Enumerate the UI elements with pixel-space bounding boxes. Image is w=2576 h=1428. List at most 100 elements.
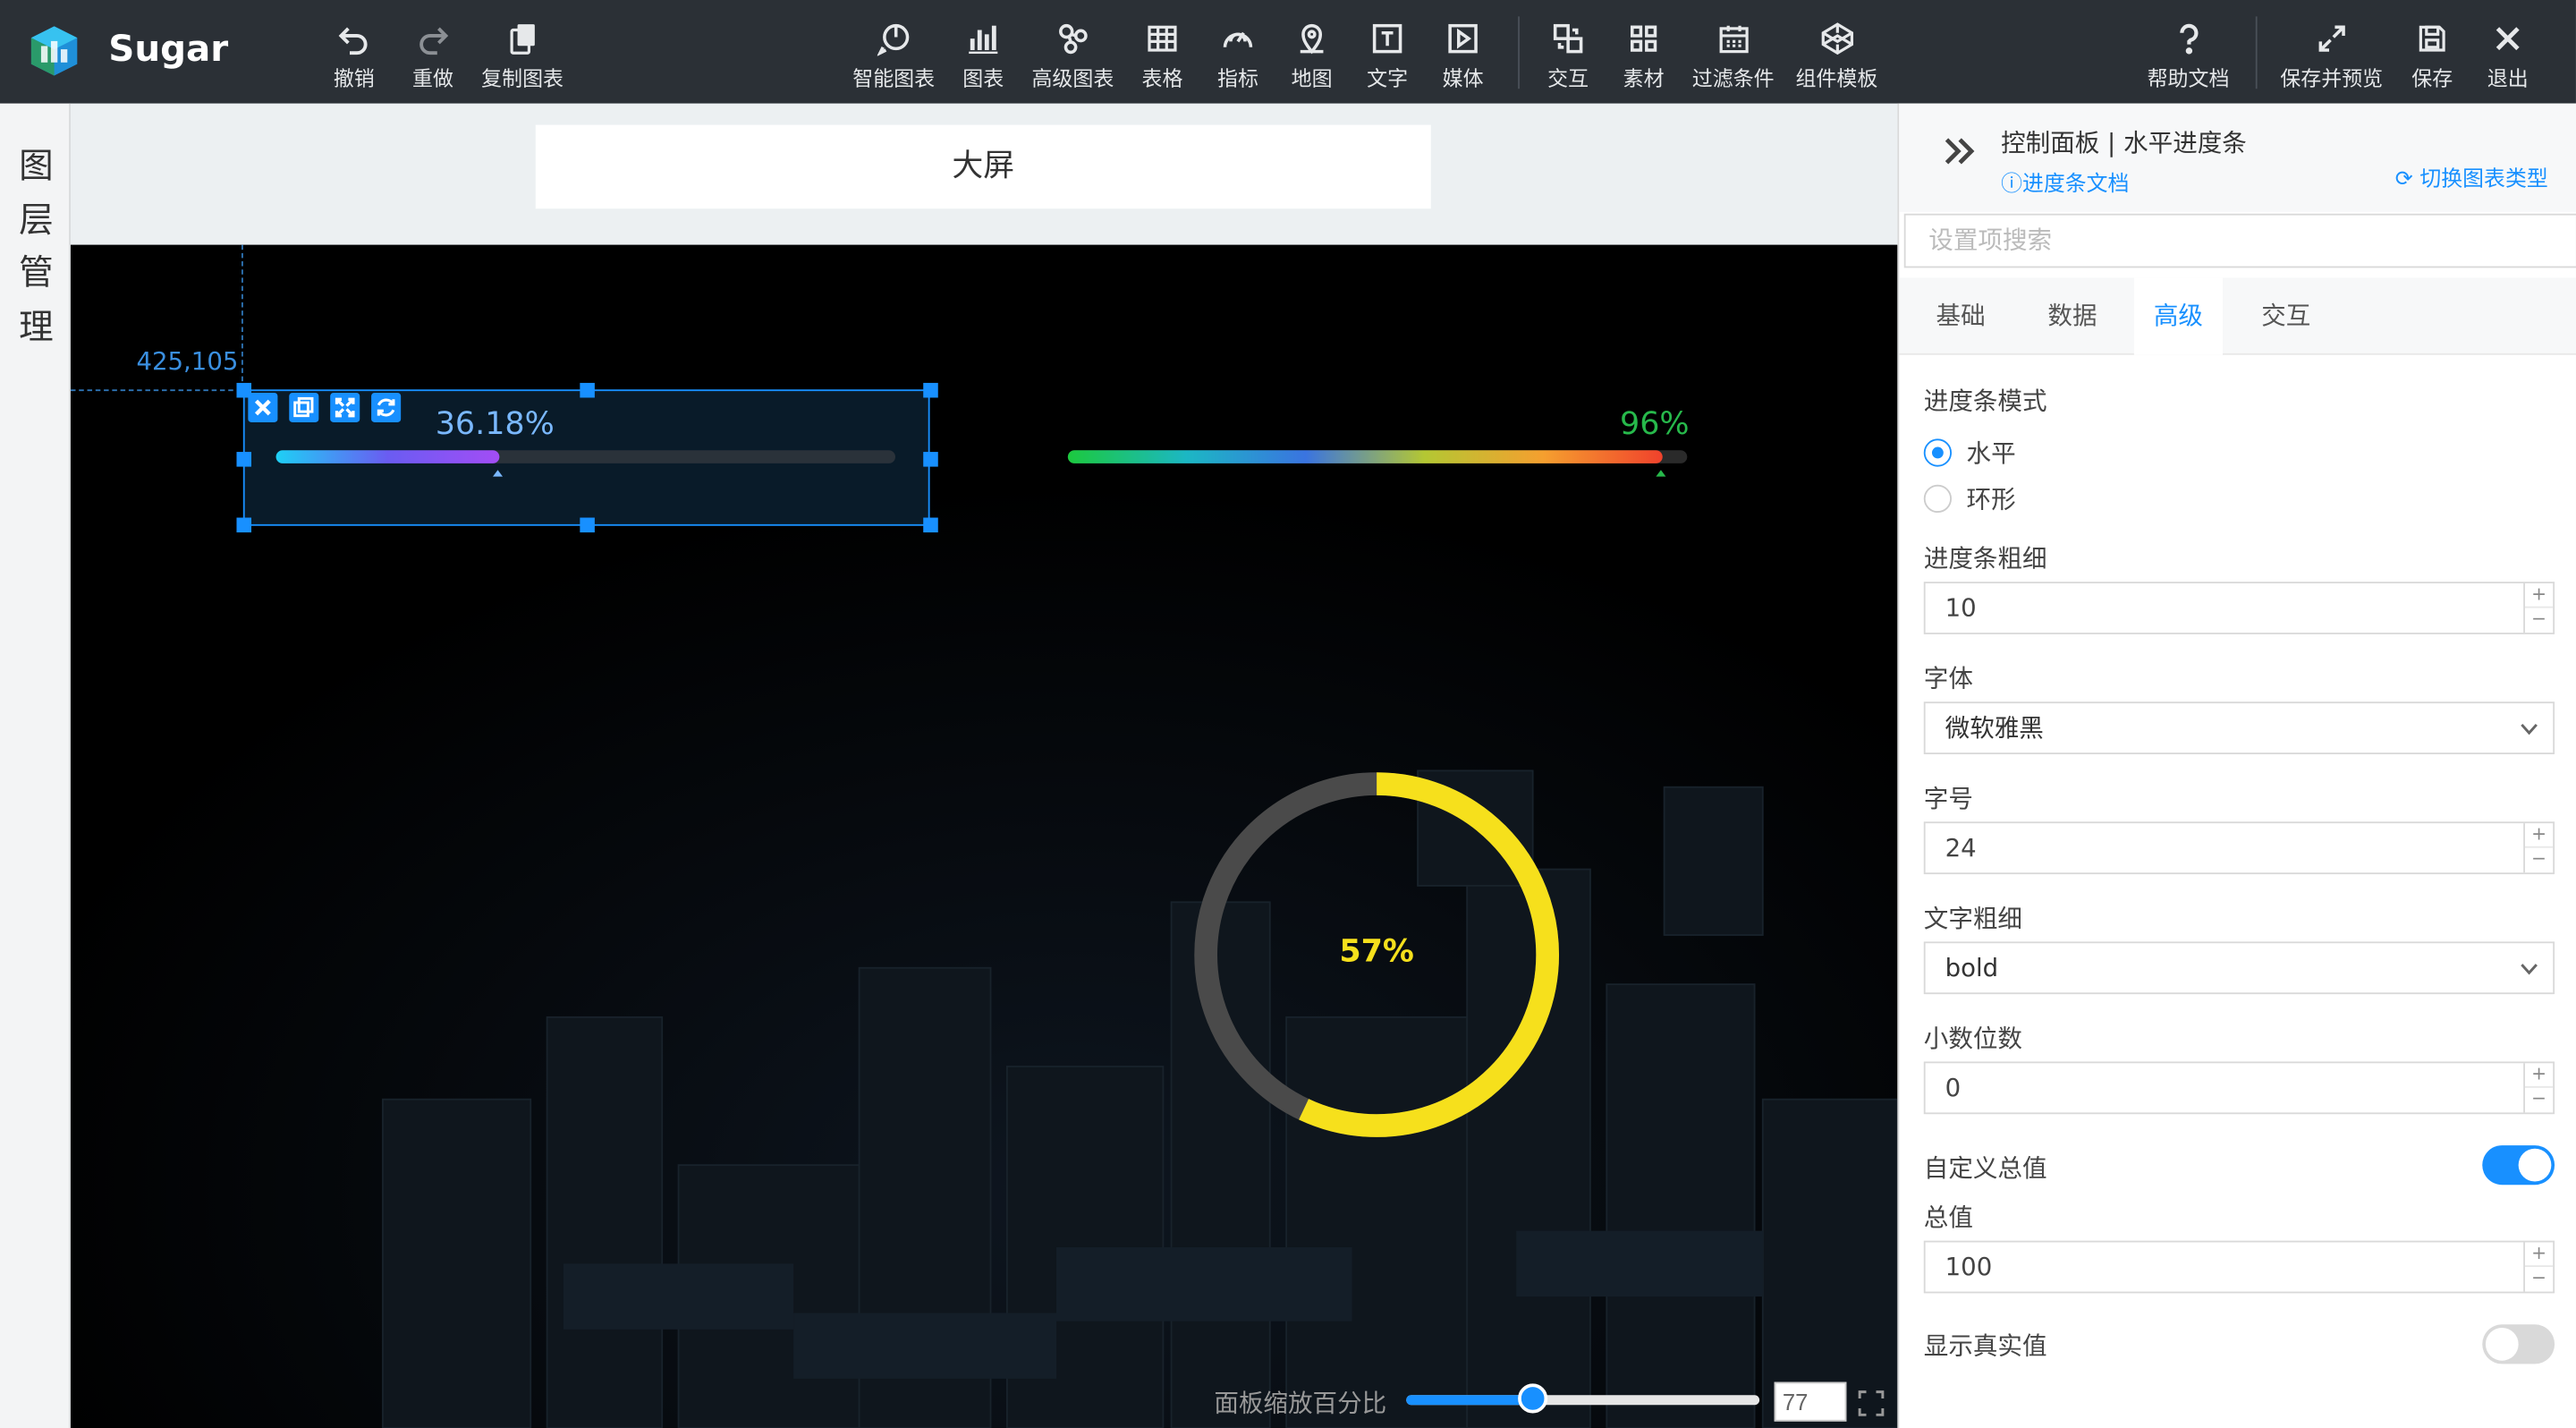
position-readout: 425,105 — [136, 346, 239, 377]
save-preview-button[interactable]: 保存并预览 — [2280, 16, 2383, 91]
font-value: 微软雅黑 — [1945, 713, 2044, 744]
font-size-input[interactable]: 24 + − — [1923, 821, 2555, 875]
resize-handle[interactable] — [236, 517, 252, 533]
text-icon — [1370, 16, 1405, 59]
refresh-icon: ⟳ — [2394, 167, 2413, 192]
custom-total-toggle[interactable] — [2482, 1145, 2555, 1186]
font-label: 字体 — [1923, 663, 1973, 694]
zoom-label: 面板缩放百分比 — [1214, 1388, 1387, 1418]
filter-button[interactable]: 过滤条件 — [1692, 16, 1775, 91]
resize-handle[interactable] — [580, 382, 595, 398]
mode-ring-radio[interactable] — [1923, 484, 1952, 514]
resize-handle[interactable] — [923, 517, 938, 533]
screen-title[interactable]: 大屏 — [535, 124, 1431, 209]
map-button[interactable]: 地图 — [1292, 16, 1333, 91]
thickness-input[interactable]: 10 + − — [1923, 582, 2555, 634]
decimals-input[interactable]: 0 + − — [1923, 1061, 2555, 1115]
text-button[interactable]: 文字 — [1367, 16, 1408, 91]
resize-handle[interactable] — [923, 452, 938, 467]
decrement-button[interactable]: − — [2525, 848, 2553, 873]
font-size-stepper: + − — [2523, 823, 2554, 873]
media-button[interactable]: 媒体 — [1443, 16, 1484, 91]
interaction-button[interactable]: 交互 — [1547, 16, 1589, 91]
increment-button[interactable]: + — [2525, 1063, 2554, 1088]
ring-progress-value: 57% — [1339, 933, 1414, 970]
font-select[interactable]: 微软雅黑 — [1923, 701, 2555, 754]
duplicate-widget-button[interactable] — [289, 392, 319, 423]
resize-handle[interactable] — [236, 452, 252, 467]
tab-advanced[interactable]: 高级 — [2133, 277, 2224, 355]
interaction-label: 交互 — [1547, 65, 1589, 91]
decrement-button[interactable]: − — [2525, 1267, 2553, 1292]
resize-handle[interactable] — [923, 382, 938, 398]
redo-button[interactable]: 重做 — [412, 16, 453, 91]
zoom-percent-input[interactable]: 77 — [1774, 1381, 1847, 1422]
font-weight-select[interactable]: bold — [1923, 941, 2555, 995]
zoom-slider-track[interactable] — [1406, 1395, 1760, 1406]
exit-button[interactable]: 退出 — [2487, 16, 2529, 91]
stage[interactable]: 425,105 36.18% 96% 57% 面板缩放百分比 77 — [70, 244, 1898, 1428]
undo-label: 撤销 — [333, 65, 375, 91]
progress-bar-1-value: 36.18% — [435, 405, 555, 443]
control-panel: 控制面板 | 水平进度条 ⓘ进度条文档 ⟳ 切换图表类型 设置项搜索 基础 数据… — [1897, 103, 2576, 1428]
layer-management-tab[interactable]: 图层管理 — [0, 103, 71, 1428]
toggle-knob — [2518, 1148, 2552, 1182]
fit-widget-button[interactable] — [330, 392, 360, 423]
total-input[interactable]: 100 + − — [1923, 1240, 2555, 1294]
save-label: 保存 — [2411, 65, 2453, 91]
help-label: 帮助文档 — [2147, 65, 2230, 91]
redo-icon — [416, 16, 451, 59]
decrement-button[interactable]: − — [2525, 608, 2553, 633]
smart-chart-icon — [876, 16, 911, 59]
map-pin-icon — [1294, 16, 1329, 59]
tab-basic[interactable]: 基础 — [1899, 277, 2022, 354]
delete-widget-button[interactable] — [248, 392, 278, 423]
decrement-button[interactable]: − — [2525, 1088, 2553, 1113]
refresh-widget-button[interactable] — [371, 392, 402, 423]
chevron-down-icon — [2521, 723, 2538, 735]
tab-interaction[interactable]: 交互 — [2236, 277, 2336, 354]
progress-bar-1-marker — [493, 470, 504, 477]
interaction-icon — [1551, 16, 1586, 59]
tab-data[interactable]: 数据 — [2022, 277, 2123, 354]
smart-chart-button[interactable]: 智能图表 — [852, 16, 935, 91]
increment-button[interactable]: + — [2525, 823, 2554, 848]
save-icon — [2415, 16, 2450, 59]
component-template-button[interactable]: 组件模板 — [1796, 16, 1877, 91]
switch-chart-type-link[interactable]: ⟳ 切换图表类型 — [2395, 161, 2548, 192]
advanced-chart-button[interactable]: 高级图表 — [1031, 16, 1114, 91]
increment-button[interactable]: + — [2525, 583, 2554, 608]
copy-label: 复制图表 — [481, 65, 564, 91]
resize-handle[interactable] — [580, 517, 595, 533]
mode-ring-label: 环形 — [1966, 484, 2016, 514]
toggle-knob — [2485, 1327, 2519, 1361]
save-button[interactable]: 保存 — [2411, 16, 2453, 91]
table-button[interactable]: 表格 — [1142, 16, 1182, 91]
toolbar-divider-right — [2255, 16, 2258, 89]
total-value: 100 — [1945, 1252, 1993, 1282]
fullscreen-icon[interactable] — [1858, 1390, 1885, 1416]
show-real-value-toggle[interactable] — [2482, 1324, 2555, 1364]
close-icon — [2490, 16, 2525, 59]
chart-label: 图表 — [962, 65, 1004, 91]
control-panel-title: 控制面板 | 水平进度条 — [2001, 128, 2247, 158]
undo-icon — [337, 16, 372, 59]
layer-management-label: 图层管理 — [19, 146, 54, 346]
metric-button[interactable]: 指标 — [1217, 16, 1258, 91]
copy-chart-button[interactable]: 复制图表 — [481, 16, 564, 91]
progress-doc-link[interactable]: ⓘ进度条文档 — [2001, 166, 2129, 198]
progress-bar-2-track — [1067, 450, 1688, 463]
help-doc-button[interactable]: 帮助文档 — [2147, 16, 2230, 91]
collapse-panel-icon[interactable] — [1942, 133, 1978, 169]
exit-label: 退出 — [2487, 65, 2529, 91]
font-size-value: 24 — [1945, 833, 1977, 863]
text-label: 文字 — [1367, 65, 1409, 91]
increment-button[interactable]: + — [2525, 1242, 2554, 1268]
settings-search-input[interactable]: 设置项搜索 — [1903, 213, 2576, 268]
control-panel-header: 控制面板 | 水平进度条 ⓘ进度条文档 ⟳ 切换图表类型 — [1899, 103, 2576, 212]
undo-button[interactable]: 撤销 — [334, 16, 375, 91]
material-button[interactable]: 素材 — [1623, 16, 1665, 91]
codepen-icon — [1819, 16, 1854, 59]
mode-horizontal-radio[interactable] — [1923, 438, 1952, 467]
chart-button[interactable]: 图表 — [962, 16, 1004, 91]
